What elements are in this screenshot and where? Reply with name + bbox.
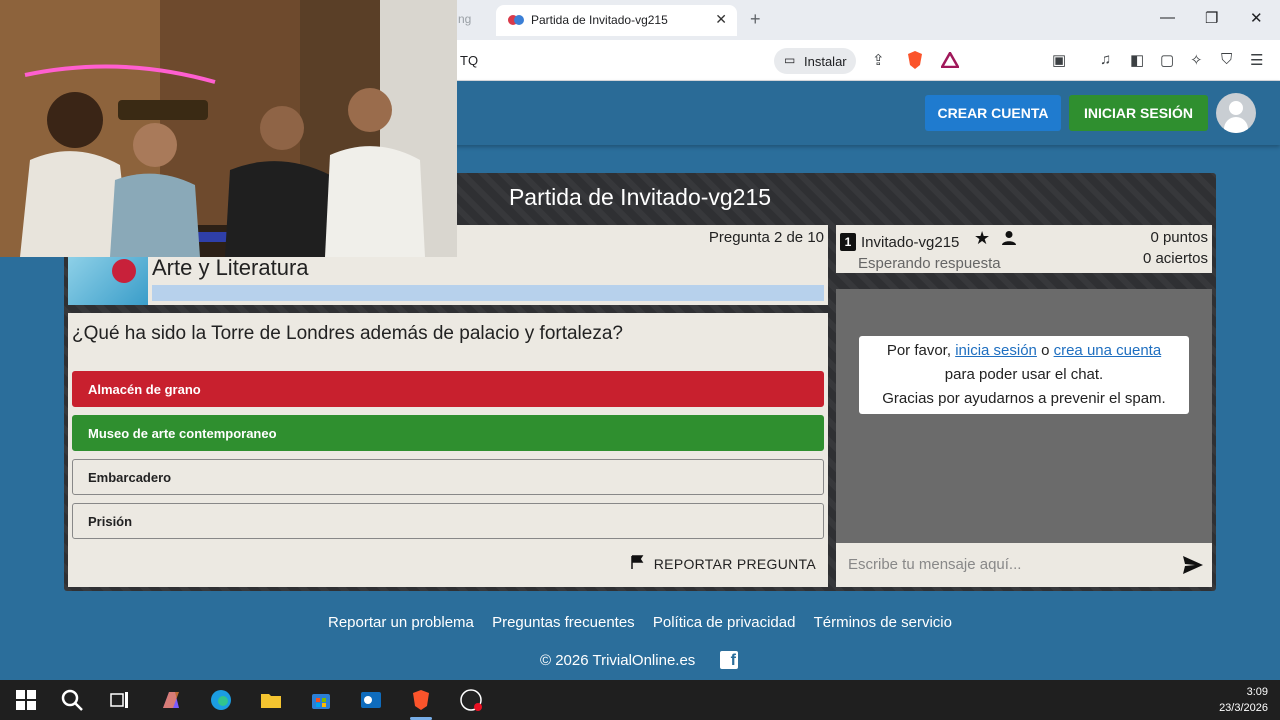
tab-active[interactable]: Partida de Invitado-vg215 ✕ [496,5,737,36]
footer-link-report[interactable]: Reportar un problema [328,614,474,631]
address-bar-text[interactable]: TQ [460,53,478,68]
windows-start-icon[interactable] [14,688,38,712]
menu-icon[interactable]: ☰ [1250,51,1263,69]
flag-icon [631,555,644,569]
outlook-icon[interactable] [359,688,383,712]
share-icon[interactable]: ⇪ [872,51,885,69]
person-icon [1002,231,1016,245]
login-button[interactable]: INICIAR SESIÓN [1069,95,1208,131]
footer-link-privacy[interactable]: Política de privacidad [653,614,796,631]
brave-browser-icon[interactable] [409,688,433,712]
wallet-icon[interactable]: ▢ [1160,51,1174,69]
create-account-link[interactable]: crea una cuenta [1054,342,1162,359]
store-icon[interactable] [309,688,333,712]
reader-mode-icon[interactable]: ▣ [1052,51,1066,69]
chat-notice-connector: o [1036,342,1054,359]
question-text: ¿Qué ha sido la Torre de Londres además … [72,323,623,344]
leo-ai-icon[interactable]: ✧ [1190,51,1203,69]
report-question-label: REPORTAR PREGUNTA [653,556,816,572]
install-button[interactable]: ▭ Instalar [774,48,856,74]
brave-shield-icon[interactable] [906,50,924,70]
report-question-button[interactable]: REPORTAR PREGUNTA [630,555,816,572]
minimize-icon[interactable]: — [1160,9,1175,26]
answer-option-2[interactable]: Museo de arte contemporaneo [72,415,824,451]
category-image [68,255,148,305]
system-clock[interactable]: 3:09 23/3/2026 [1219,684,1268,716]
question-category: Arte y Literatura [152,255,309,280]
copyright: © 2026 TrivialOnline.es [540,652,696,669]
new-tab-icon[interactable]: + [750,9,761,30]
footer-links: Reportar un problema Preguntas frecuente… [0,614,1280,631]
player-status: Esperando respuesta [858,255,1001,272]
media-icon[interactable]: ♫ [1100,51,1111,68]
window-close-icon[interactable]: ✕ [1250,9,1263,27]
chat-notice-text: Por favor, [886,342,956,359]
sidebar-icon[interactable]: ◧ [1130,51,1144,69]
create-account-button[interactable]: CREAR CUENTA [925,95,1061,131]
player-points: 0 puntos [1150,229,1208,246]
vpn-icon[interactable]: ⛉ [1221,51,1232,68]
facebook-icon[interactable]: f [720,651,738,669]
rank-badge: 1 [840,233,856,251]
clock-date: 23/3/2026 [1219,702,1268,714]
tab-title: Partida de Invitado-vg215 [531,13,668,27]
brave-rewards-icon[interactable] [941,52,959,68]
player-name: Invitado-vg215 [861,234,960,251]
search-icon[interactable] [60,688,84,712]
webcam-video-image [0,0,457,257]
tab-close-icon[interactable]: ✕ [715,11,727,28]
file-explorer-icon[interactable] [259,688,283,712]
obs-icon[interactable] [459,688,483,712]
taskbar: 3:09 23/3/2026 [0,680,1280,720]
chat-input[interactable]: Escribe tu mensaje aquí... [836,543,1212,587]
install-label: Instalar [804,54,847,69]
edge-icon[interactable] [209,688,233,712]
footer-link-terms[interactable]: Términos de servicio [814,614,952,631]
chat-area: Por favor, inicia sesión o crea una cuen… [836,289,1212,543]
answer-option-4[interactable]: Prisión [72,503,824,539]
question-body: ¿Qué ha sido la Torre de Londres además … [68,313,828,587]
chat-notice-line2: para poder usar el chat. [944,366,1104,383]
tab-partial-label[interactable]: ng [458,12,471,26]
answer-option-3[interactable]: Embarcadero [72,459,824,495]
send-icon[interactable] [1182,555,1204,575]
task-view-icon[interactable] [108,688,132,712]
player-card: 1 Invitado-vg215 ★ Esperando respuesta 0… [836,225,1212,273]
timer-progress-bar [152,285,824,301]
avatar-icon[interactable] [1216,93,1256,133]
chat-notice-line3: Gracias por ayudarnos a prevenir el spam… [882,390,1166,407]
star-icon: ★ [974,228,991,248]
login-link[interactable]: inicia sesión [955,342,1037,359]
chat-placeholder: Escribe tu mensaje aquí... [848,556,1022,573]
chat-login-notice: Por favor, inicia sesión o crea una cuen… [859,336,1189,414]
site-favicon-icon [508,15,524,25]
monitor-icon: ▭ [784,53,796,67]
answer-option-1[interactable]: Almacén de grano [72,371,824,407]
copilot-icon[interactable] [159,688,183,712]
player-hits: 0 aciertos [1142,250,1208,267]
restore-icon[interactable]: ❐ [1205,9,1218,27]
footer-link-faq[interactable]: Preguntas frecuentes [492,614,635,631]
webcam-overlay [0,0,457,257]
question-counter: Pregunta 2 de 10 [708,229,824,246]
clock-time: 3:09 [1246,686,1268,698]
